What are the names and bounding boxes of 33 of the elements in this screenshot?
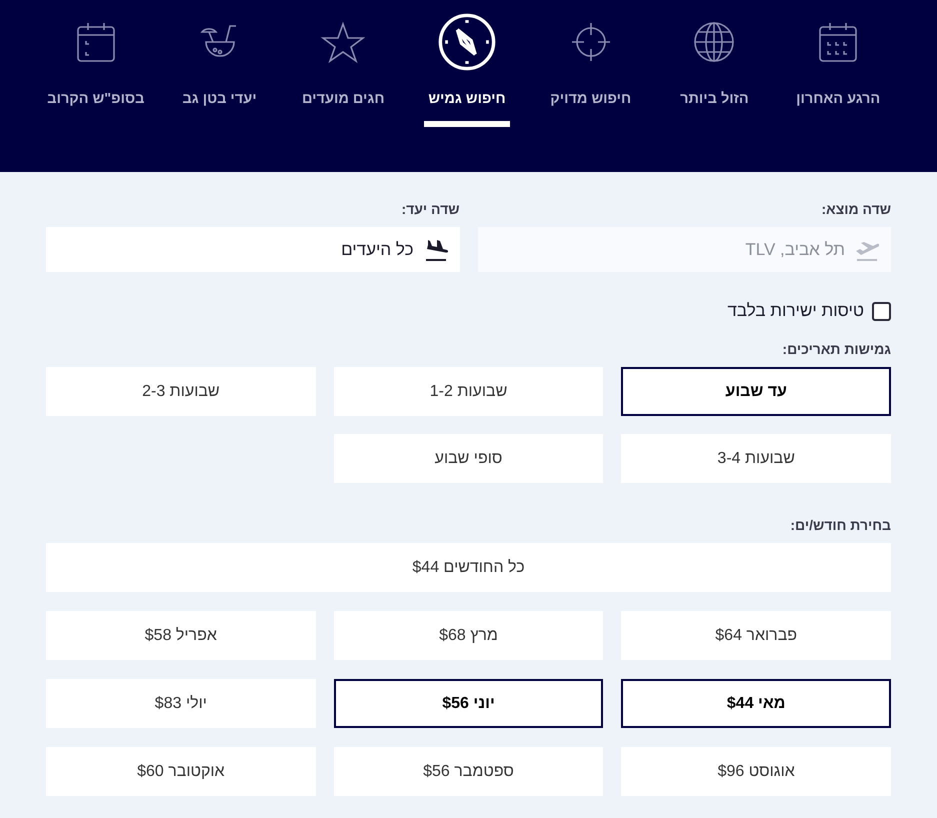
option-button[interactable]: מאי $44 <box>621 679 891 728</box>
category-tab[interactable]: הרגע האחרון <box>776 0 900 172</box>
destination-field[interactable]: כל היעדים <box>46 227 460 272</box>
section-label: בחירת חודש/ים: <box>789 517 891 533</box>
option-button[interactable]: שבועות 2-3 <box>46 367 316 416</box>
category-tab[interactable]: בסופ"ש הקרוב <box>34 0 158 172</box>
compass-icon <box>436 12 497 72</box>
globe-icon <box>692 20 736 64</box>
checkbox-label: טיסות ישירות בלבד <box>728 301 864 321</box>
option-button[interactable]: אפריל $58 <box>46 611 316 660</box>
option-button[interactable]: שבועות 1-2 <box>334 367 604 416</box>
category-tab[interactable]: חיפוש גמיש <box>405 0 529 172</box>
option-button[interactable]: יוני $56 <box>334 679 604 728</box>
checkbox[interactable] <box>872 302 891 320</box>
option-button[interactable]: אוגוסט $96 <box>621 747 891 796</box>
option-button[interactable]: אוקטובר $60 <box>46 747 316 796</box>
star-icon <box>321 20 366 64</box>
field-label: שדה מוצא: <box>820 201 891 217</box>
option-button[interactable]: סופי שבוע <box>334 434 604 483</box>
option-button[interactable]: כל החודשים $44 <box>46 543 891 592</box>
option-button[interactable]: ספטמבר $56 <box>334 747 604 796</box>
category-tab[interactable]: יעדי בטן גב <box>158 0 282 172</box>
category-tab[interactable]: חיפוש מדויק <box>528 0 653 172</box>
option-button[interactable]: פברואר $64 <box>621 611 891 660</box>
category-tab[interactable]: הזול ביותר <box>652 0 776 172</box>
landing-plane-icon <box>424 238 448 260</box>
option-button[interactable]: יולי $83 <box>46 679 316 728</box>
option-button[interactable]: עד שבוע <box>621 367 891 416</box>
option-button[interactable]: שבועות 3-4 <box>621 434 891 483</box>
option-button[interactable]: מרץ $68 <box>334 611 604 660</box>
category-tab[interactable]: חגים מועדים <box>281 0 406 172</box>
section-label: גמישות תאריכים: <box>781 341 891 357</box>
field-label: שדה יעד: <box>400 201 460 217</box>
